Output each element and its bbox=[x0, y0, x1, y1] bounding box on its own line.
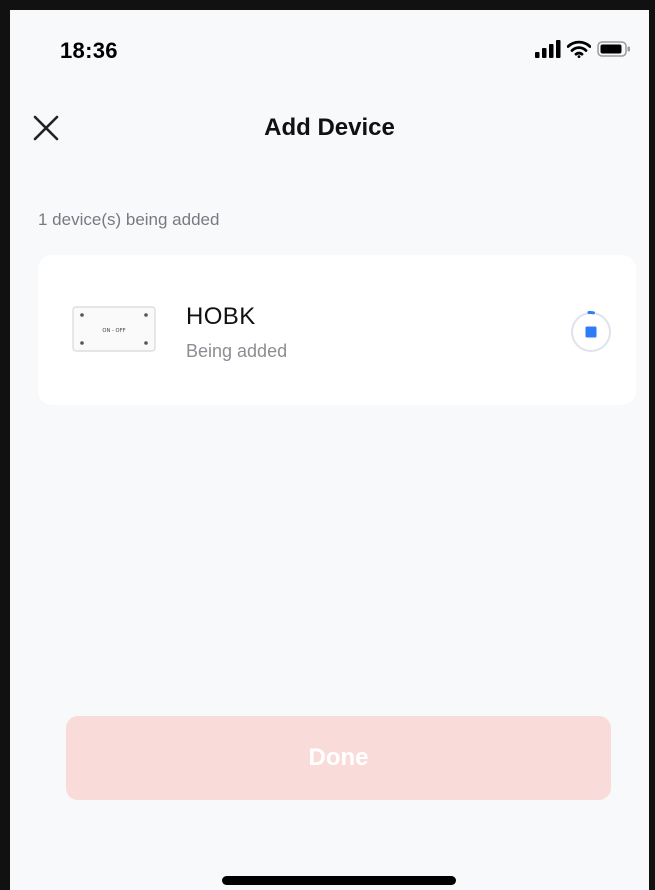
status-time: 18:36 bbox=[60, 38, 118, 63]
battery-icon bbox=[597, 41, 630, 57]
device-name: HOBK bbox=[186, 303, 256, 330]
device-frame: 18:36 Add Device 1 device(s) being added… bbox=[0, 0, 655, 890]
done-button[interactable]: Done bbox=[66, 716, 611, 800]
wifi-icon bbox=[567, 40, 591, 58]
devices-count-label: 1 device(s) being added bbox=[38, 210, 220, 229]
device-card[interactable]: ON - OFF HOBK Being added bbox=[38, 255, 636, 405]
signal-icon bbox=[535, 40, 561, 58]
progress-icon bbox=[571, 310, 611, 352]
home-indicator bbox=[222, 876, 456, 885]
status-bar: 18:36 bbox=[10, 10, 649, 90]
thumbnail-label: ON - OFF bbox=[102, 328, 125, 334]
switch-device-thumbnail: ON - OFF bbox=[72, 306, 156, 352]
header: Add Device bbox=[10, 102, 649, 154]
page-title: Add Device bbox=[264, 114, 395, 141]
device-status: Being added bbox=[186, 341, 288, 361]
status-icons bbox=[535, 40, 631, 58]
app-screen: 18:36 Add Device 1 device(s) being added… bbox=[10, 10, 649, 890]
